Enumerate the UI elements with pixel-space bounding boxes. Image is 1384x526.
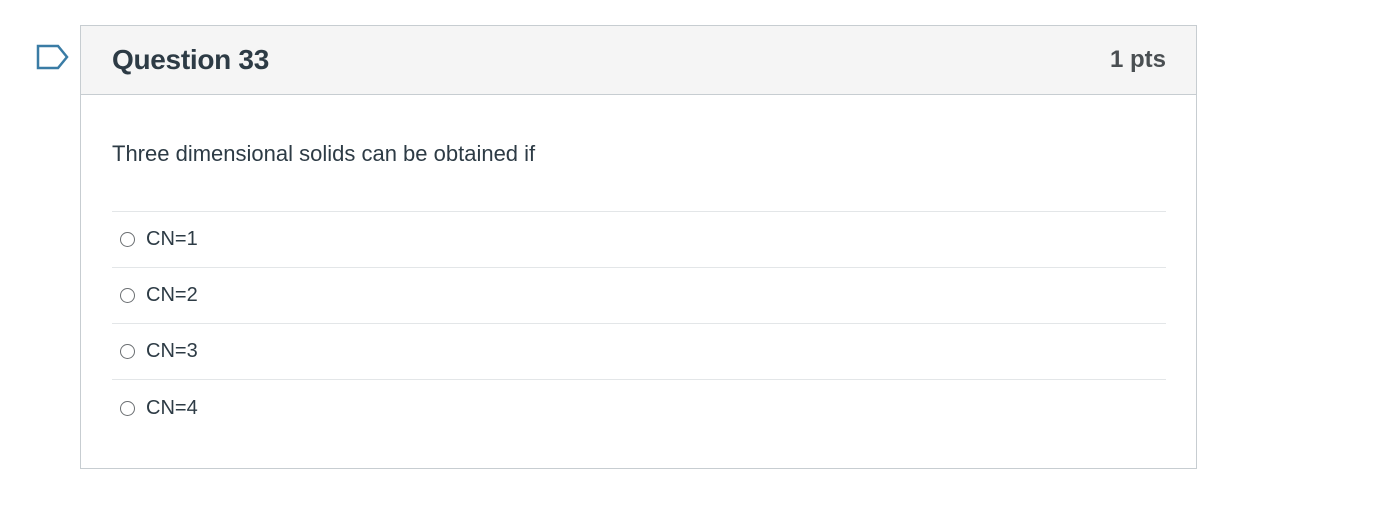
radio-button[interactable] <box>120 400 135 416</box>
question-card: Question 33 1 pts Three dimensional soli… <box>80 25 1197 469</box>
radio-button[interactable] <box>120 232 135 247</box>
answer-option[interactable]: CN=3 <box>112 324 1166 380</box>
radio-button[interactable] <box>120 288 135 303</box>
flag-question-icon[interactable] <box>36 44 70 72</box>
answer-option[interactable]: CN=1 <box>112 212 1166 268</box>
answer-option[interactable]: CN=2 <box>112 268 1166 324</box>
question-title: Question 33 <box>112 44 269 75</box>
question-body: Three dimensional solids can be obtained… <box>81 95 1196 436</box>
question-header: Question 33 1 pts <box>81 26 1196 95</box>
answer-label: CN=3 <box>146 340 198 362</box>
question-points: 1 pts <box>1109 46 1166 73</box>
answer-label: CN=4 <box>146 396 198 419</box>
answer-label: CN=2 <box>146 284 198 306</box>
answer-label: CN=1 <box>146 228 198 250</box>
answer-option[interactable]: CN=4 <box>112 380 1166 436</box>
answer-list: CN=1 CN=2 CN=3 CN=4 <box>112 211 1166 436</box>
radio-button[interactable] <box>120 344 135 359</box>
quiz-page: Question 33 1 pts Three dimensional soli… <box>0 0 1384 526</box>
question-text: Three dimensional solids can be obtained… <box>112 141 536 166</box>
